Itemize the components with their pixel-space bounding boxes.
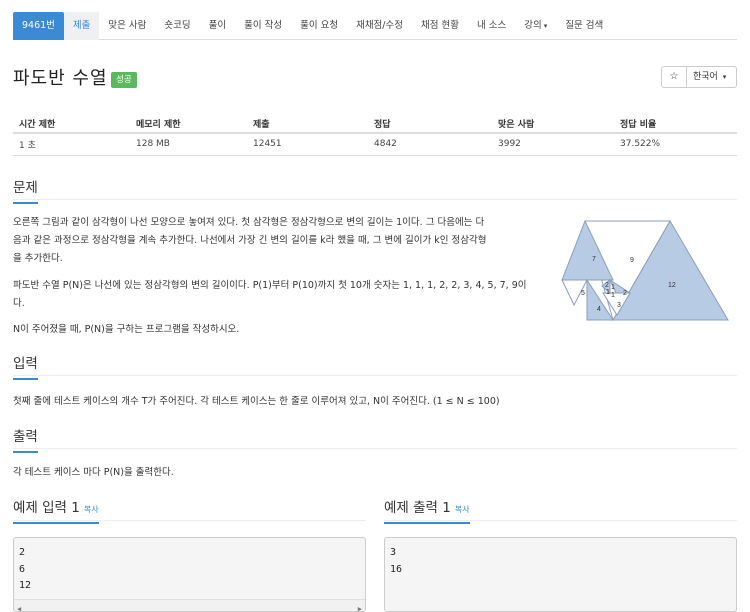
description-paragraph-3: N이 주어졌을 때, P(N)을 구하는 프로그램을 작성하시오. (13, 324, 240, 335)
accepted-value: 4842 (368, 133, 492, 156)
table-header-row: 시간 제한 메모리 제한 제출 정답 맞은 사람 정답 비율 (13, 114, 737, 134)
caret-down-icon: ▾ (543, 22, 548, 30)
description-paragraph-1: 오른쪽 그림과 같이 삼각형이 나선 모양으로 놓여져 있다. 첫 삼각형은 정… (13, 214, 558, 268)
figure-label: 2 (605, 282, 609, 289)
page-title: 파도반 수열 (13, 68, 108, 89)
figure-label: 7 (592, 256, 596, 263)
copy-input-button[interactable]: 복사 (84, 505, 99, 514)
header-time-limit: 시간 제한 (13, 114, 130, 134)
padovan-spiral-figure: 7 9 12 5 4 3 2 1 1 1 2 (561, 219, 729, 322)
problem-nav-tabs: 9461번 제출 맞은 사람 숏코딩 풀이 풀이 작성 풀이 요청 재채점/수정… (13, 12, 737, 40)
sample-output-title: 예제 출력 1 복사 (384, 496, 470, 524)
language-label: 한국어 (693, 72, 718, 82)
sample-input-title-text: 예제 입력 1 (13, 500, 80, 516)
section-divider (13, 199, 737, 200)
sample-input-line: 6 (19, 563, 26, 575)
section-divider (13, 375, 737, 376)
star-button[interactable]: ☆ (661, 66, 687, 88)
scroll-right-icon[interactable]: ▶ (358, 601, 362, 611)
figure-label: 2 (623, 290, 627, 297)
scroll-left-icon[interactable]: ◀ (17, 601, 21, 611)
tab-short-coding[interactable]: 숏코딩 (155, 12, 199, 40)
figure-label: 1 (606, 289, 610, 296)
header-solved-users: 맞은 사람 (492, 114, 614, 134)
section-divider (13, 448, 737, 449)
figure-label: 1 (611, 284, 615, 291)
sample-output-line: 16 (390, 563, 403, 575)
copy-output-button[interactable]: 복사 (455, 505, 470, 514)
sample-input-title: 예제 입력 1 복사 (13, 496, 99, 524)
solved-users-value: 3992 (492, 133, 614, 156)
figure-label: 3 (617, 302, 621, 309)
problem-info-table: 시간 제한 메모리 제한 제출 정답 맞은 사람 정답 비율 1 초 128 M… (13, 114, 737, 156)
language-dropdown[interactable]: 한국어 ▾ (686, 66, 737, 88)
description-line: 오른쪽 그림과 같이 삼각형이 나선 모양으로 놓여져 있다. 첫 삼각형은 정… (13, 217, 485, 228)
figure-label: 12 (668, 282, 676, 289)
section-title-output: 출력 (13, 425, 38, 453)
header-memory-limit: 메모리 제한 (130, 114, 247, 134)
tab-accepted-users[interactable]: 맞은 사람 (99, 12, 155, 40)
tab-request-solution[interactable]: 풀이 요청 (291, 12, 347, 40)
header-submissions: 제출 (247, 114, 368, 134)
status-badge: 성공 (111, 72, 137, 88)
figure-label: 1 (611, 292, 615, 299)
figure-label: 4 (597, 306, 601, 313)
time-limit-value: 1 초 (13, 133, 130, 156)
description-line: 다. (13, 298, 25, 309)
sample-output-box[interactable]: 3 16 (384, 537, 737, 612)
description-line: 을 추가한다. (13, 253, 63, 264)
table-row: 1 초 128 MB 12451 4842 3992 37.522% (13, 133, 737, 156)
tab-question-search[interactable]: 질문 검색 (556, 12, 612, 40)
figure-label: 5 (581, 290, 585, 297)
output-description: 각 테스트 케이스 마다 P(N)을 출력한다. (13, 467, 174, 478)
spiral-triangles (561, 219, 729, 322)
caret-down-icon: ▾ (722, 73, 727, 81)
sample-output-line: 3 (390, 547, 397, 558)
section-title-input: 입력 (13, 352, 38, 380)
accept-ratio-value: 37.522% (614, 133, 737, 156)
description-line: 음과 같은 과정으로 정삼각형을 계속 추가한다. 나선에서 가장 긴 변의 길… (13, 235, 487, 246)
header-accepted: 정답 (368, 114, 492, 134)
tab-lecture-label: 강의 (524, 20, 542, 31)
tab-my-source[interactable]: 내 소스 (468, 12, 515, 40)
memory-limit-value: 128 MB (130, 133, 247, 156)
section-title-description: 문제 (13, 176, 38, 204)
tab-lecture[interactable]: 강의 ▾ (515, 12, 556, 40)
description-line: 파도반 수열 P(N)은 나선에 있는 정삼각형의 변의 길이이다. P(1)부… (13, 280, 527, 291)
tab-status[interactable]: 채점 현황 (412, 12, 468, 40)
sample-output-title-text: 예제 출력 1 (384, 500, 451, 516)
header-accept-ratio: 정답 비율 (614, 114, 737, 134)
problem-title-row: 파도반 수열 성공 ☆ 한국어 ▾ (13, 64, 737, 94)
sample-input-box[interactable]: 2 6 12 ◀ ▶ (13, 537, 366, 612)
figure-label: 9 (630, 257, 634, 264)
sample-input-line: 2 (19, 547, 26, 558)
tab-rejudge[interactable]: 재채점/수정 (347, 12, 412, 40)
star-icon: ☆ (669, 71, 679, 82)
input-description: 첫째 줄에 테스트 케이스의 개수 T가 주어진다. 각 테스트 케이스는 한 … (13, 396, 500, 407)
description-paragraph-2: 파도반 수열 P(N)은 나선에 있는 정삼각형의 변의 길이이다. P(1)부… (13, 277, 558, 313)
tab-solutions[interactable]: 풀이 (200, 12, 235, 40)
sample-input-line: 12 (19, 580, 32, 591)
horizontal-scrollbar[interactable]: ◀ ▶ (14, 599, 365, 611)
tab-submit[interactable]: 제출 (63, 12, 100, 40)
tab-write-solution[interactable]: 풀이 작성 (235, 12, 291, 40)
tab-problem-number[interactable]: 9461번 (13, 12, 64, 40)
submissions-value: 12451 (247, 133, 368, 156)
